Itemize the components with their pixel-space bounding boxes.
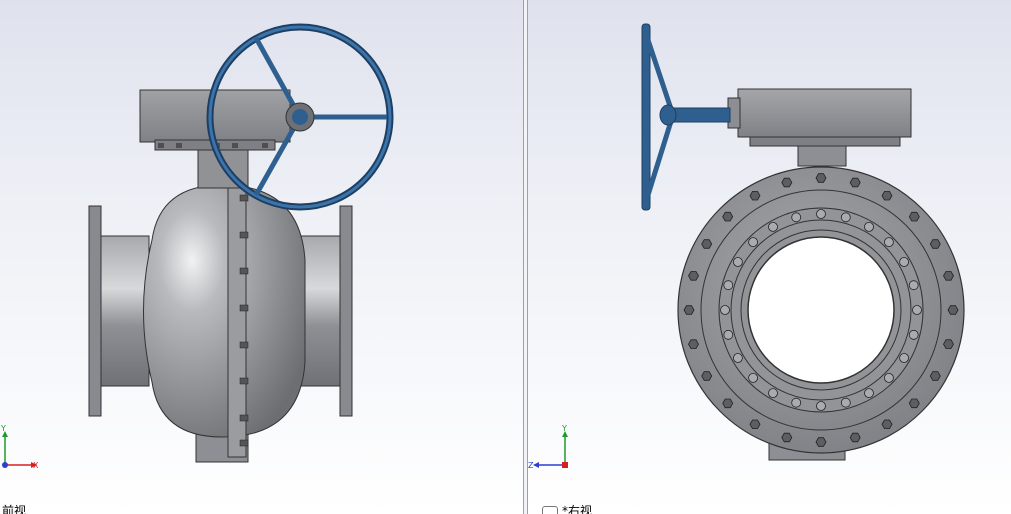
- bolt: [781, 177, 793, 188]
- viewport-front[interactable]: X Y 前视: [0, 0, 523, 514]
- bolt: [723, 280, 734, 291]
- valve-bore: [747, 236, 895, 384]
- left-pipe: [100, 235, 150, 387]
- bolt: [929, 371, 941, 381]
- bolt: [883, 237, 894, 248]
- axis-z-label: Z: [528, 461, 534, 470]
- bolt: [881, 419, 893, 430]
- axis-y-label: Y: [561, 424, 567, 433]
- bolt: [701, 371, 713, 381]
- bolt: [912, 305, 922, 315]
- bolt: [849, 177, 861, 188]
- camera-icon: [542, 506, 558, 514]
- model-front-view[interactable]: X Y: [0, 0, 523, 514]
- axis-y-label: Y: [0, 424, 6, 433]
- axis-x-label: X: [33, 461, 39, 470]
- bolt: [722, 211, 734, 222]
- bolt: [908, 398, 920, 409]
- bolt: [768, 221, 778, 232]
- bolt: [749, 419, 761, 430]
- bolt: [701, 239, 713, 249]
- bolt: [791, 212, 802, 223]
- bolt: [748, 372, 759, 383]
- bolt: [908, 211, 920, 222]
- bolt: [722, 398, 734, 409]
- handwheel-side[interactable]: [641, 23, 677, 211]
- bolt: [816, 401, 826, 411]
- bolt: [849, 432, 861, 443]
- graphics-area[interactable]: X Y 前视 Z Y *右视: [0, 0, 1011, 514]
- bolt: [723, 329, 734, 340]
- view-label-front[interactable]: 前视: [2, 502, 26, 514]
- bolt: [881, 190, 893, 201]
- bolt: [768, 388, 778, 399]
- bolt: [688, 339, 699, 349]
- bolt: [943, 339, 954, 349]
- bolt: [864, 221, 874, 232]
- left-flange: [88, 205, 102, 417]
- bolt: [781, 432, 793, 443]
- bolt: [883, 372, 894, 383]
- viewport-right[interactable]: Z Y *右视: [528, 0, 1011, 514]
- bolt: [816, 209, 826, 219]
- bolt: [943, 271, 954, 281]
- model-right-view[interactable]: Z Y: [528, 0, 1011, 514]
- axis-triad-icon: X Y: [0, 424, 39, 470]
- bolt: [748, 237, 759, 248]
- gearbox-side: [737, 88, 912, 138]
- bolt: [908, 329, 919, 340]
- bolt: [720, 305, 730, 315]
- view-label-text: *右视: [562, 504, 593, 514]
- handwheel-shaft: [667, 107, 731, 123]
- bolt: [791, 397, 802, 408]
- bolt: [908, 280, 919, 291]
- bolt: [749, 190, 761, 201]
- ball-body: [143, 184, 306, 438]
- bolt: [899, 257, 910, 267]
- bolt: [683, 305, 695, 315]
- right-pipe: [299, 235, 343, 387]
- view-label-right[interactable]: *右视: [542, 502, 592, 514]
- bolt: [732, 353, 743, 363]
- bolt: [732, 257, 743, 267]
- bolt: [815, 173, 827, 183]
- bolt: [840, 397, 851, 408]
- bolt: [840, 212, 851, 223]
- bolt: [947, 305, 959, 315]
- bolt: [899, 353, 910, 363]
- bolt: [815, 437, 827, 447]
- bolt: [688, 271, 699, 281]
- bolt: [929, 239, 941, 249]
- right-flange: [339, 205, 353, 417]
- bolt: [864, 388, 874, 399]
- axis-triad-icon: Z Y: [528, 424, 568, 470]
